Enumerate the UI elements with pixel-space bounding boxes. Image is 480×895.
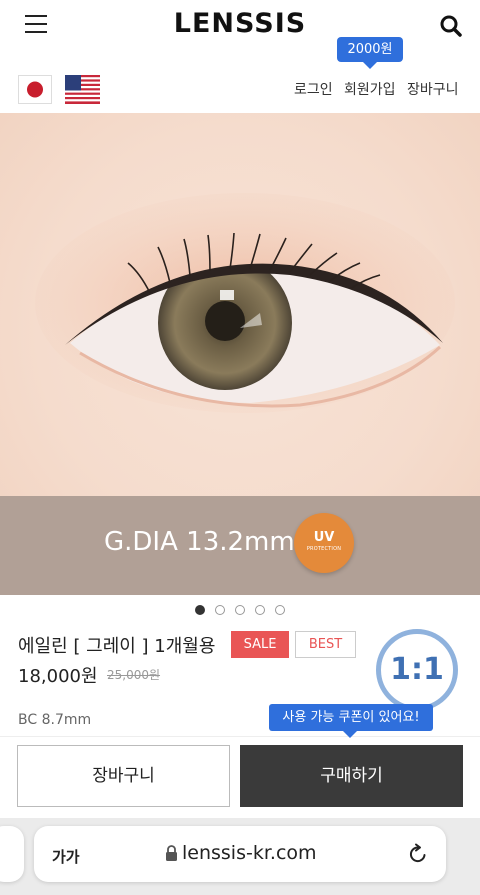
product-name: 에일린 [ 그레이 ] 1개월용 [18,636,216,657]
uv-badge-subtext: PROTECTION [306,546,342,552]
signup-bonus-tooltip: 2000원 [337,37,403,69]
uv-protection-badge: UV PROTECTION [294,513,354,573]
carousel-dot[interactable] [275,605,285,615]
login-link[interactable]: 로그인 [294,79,333,99]
sale-badge: SALE [231,631,289,658]
cart-link[interactable]: 장바구니 [407,79,459,99]
site-logo[interactable]: LENSSIS [0,8,480,39]
one-to-one-label: 1:1 [390,652,444,687]
product-price: 18,000원 [18,666,98,687]
carousel-dot[interactable] [195,605,205,615]
previous-tab-stub[interactable] [0,826,24,882]
text-size-button[interactable]: 가가 [52,846,80,867]
buy-now-button[interactable]: 구매하기 [240,745,463,807]
one-to-one-chat-button[interactable]: 1:1 [376,629,458,711]
original-price: 25,000원 [107,668,161,682]
lock-icon [166,845,177,861]
base-curve-spec: BC 8.7mm [18,712,92,728]
diameter-label: G.DIA 13.2mm [104,527,295,557]
uv-badge-text: UV [313,530,335,545]
site-header: LENSSIS [0,0,480,52]
japan-flag-icon[interactable] [18,75,52,104]
product-eye-image [0,113,480,595]
best-badge: BEST [295,631,356,658]
product-image-carousel[interactable] [0,113,480,595]
carousel-dot[interactable] [255,605,265,615]
coupon-tooltip-overlay[interactable]: 사용 가능 쿠폰이 있어요! [269,704,433,738]
usa-flag-icon[interactable] [65,75,100,104]
add-to-cart-button[interactable]: 장바구니 [17,745,230,807]
url-text[interactable]: lenssis-kr.com [182,842,317,864]
signup-link[interactable]: 회원가입 [344,79,396,99]
carousel-dot[interactable] [235,605,245,615]
carousel-dot[interactable] [215,605,225,615]
search-icon[interactable] [439,14,463,38]
reload-icon[interactable] [407,843,429,865]
